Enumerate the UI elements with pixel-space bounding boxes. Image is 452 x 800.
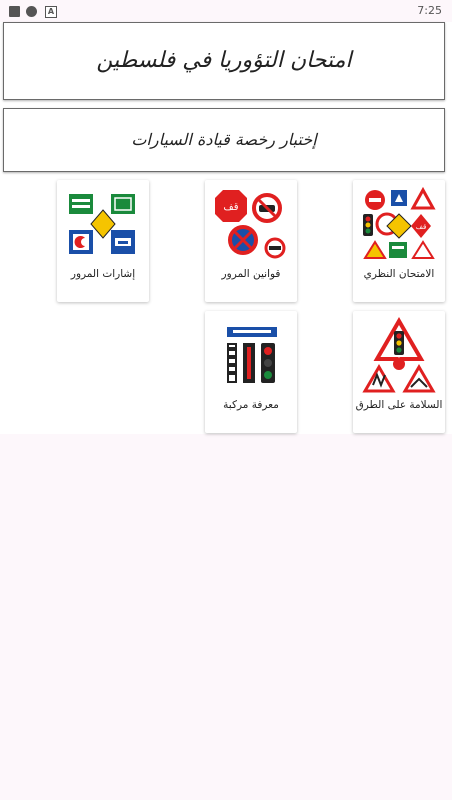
- svg-text:قف: قف: [223, 202, 238, 213]
- grid-item-label: معرفة مركبة: [223, 399, 279, 411]
- warning-triangle-signs-icon: [362, 317, 436, 393]
- notification-circle-icon: [26, 6, 37, 17]
- notification-square-icon: [9, 6, 20, 17]
- grid-item-vehicle-knowledge[interactable]: معرفة مركبة: [205, 311, 297, 433]
- grid-item-traffic-laws[interactable]: قف قوانين المرور: [205, 180, 297, 302]
- grid-item-label: الامتحان النظري: [363, 268, 435, 280]
- grid-item-label: السلامة على الطرق: [355, 399, 443, 411]
- grid-item-traffic-signs[interactable]: إشارات المرور: [57, 180, 149, 302]
- grid-item-road-safety[interactable]: السلامة على الطرق: [353, 311, 445, 433]
- guidance-signs-icon: [69, 194, 135, 254]
- grid-item-theory-exam[interactable]: قف الامتحان النظري: [353, 180, 445, 302]
- grid-item-label: إشارات المرور: [70, 268, 136, 280]
- status-bar: A 7:25: [0, 0, 452, 22]
- grid-item-label: قوانين المرور: [221, 268, 281, 280]
- mixed-road-signs-icon: قف: [363, 186, 436, 259]
- page-title: امتحان التؤوريا في فلسطين: [3, 22, 445, 100]
- page-subtitle: إختبار رخصة قيادة السيارات: [3, 108, 445, 172]
- traffic-lights-icon: [227, 327, 277, 383]
- notification-a-icon: A: [45, 6, 57, 18]
- svg-text:قف: قف: [416, 223, 427, 231]
- stop-and-prohibition-signs-icon: قف: [215, 190, 286, 259]
- status-time: 7:25: [417, 4, 442, 17]
